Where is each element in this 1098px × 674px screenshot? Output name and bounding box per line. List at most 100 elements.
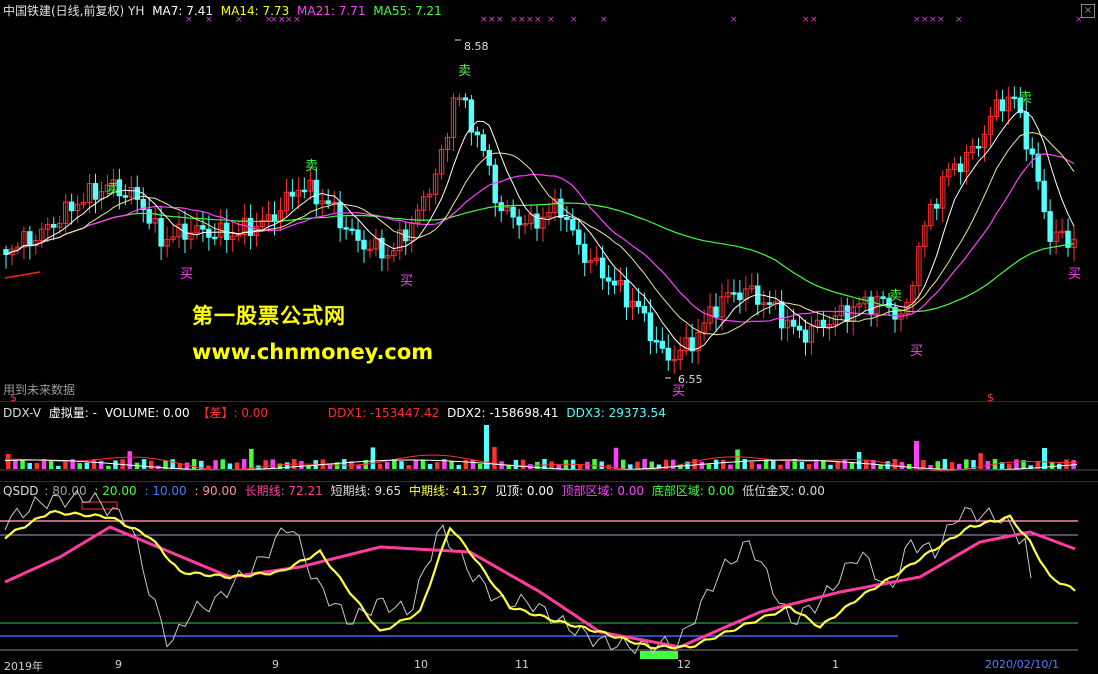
ma21-line: [5, 153, 1075, 323]
ddx-bar: [270, 459, 276, 469]
ddx-bar: [1007, 463, 1012, 469]
ddx-bar: [520, 459, 526, 469]
qsdd-panel[interactable]: QSDD : 80.00 : 20.00 : 10.00 : 90.00 长期线…: [0, 482, 1098, 671]
ddx-bar: [435, 462, 440, 469]
ddx-bar: [149, 460, 154, 469]
candle-body: [975, 146, 982, 149]
ddx-bar: [449, 461, 454, 469]
ddx-bar: [342, 459, 347, 469]
signal-cross-marker: ×: [802, 15, 810, 25]
ddx-bar: [806, 464, 812, 469]
ddx-bar: [914, 441, 919, 469]
ddx-bar: [427, 463, 433, 469]
ddx-bar: [141, 459, 147, 469]
ddx-bar: [470, 459, 476, 469]
ddx-bar: [785, 461, 790, 469]
ddx-bar: [771, 459, 776, 469]
ddx-bar: [170, 459, 175, 469]
candle-body: [92, 183, 99, 200]
candle-body: [68, 201, 75, 212]
price-chart: × × × × × × × × × × × × × × × × × × × × × × × ×× × ×: [3, 15, 1083, 379]
qsdd-chart: [0, 489, 1078, 659]
candle-body: [355, 229, 361, 241]
ddx-bar: [706, 464, 712, 469]
candle-body: [271, 214, 278, 223]
candle-body: [474, 131, 481, 136]
candle-body: [820, 319, 827, 328]
trend-line: [4, 271, 41, 279]
ddx-bar: [628, 464, 633, 469]
ddx-bar: [549, 461, 554, 469]
candle-body: [599, 257, 606, 279]
ddx-bar: [1064, 459, 1069, 469]
ddx-bar: [956, 463, 962, 469]
ddx-bar: [1049, 462, 1055, 469]
candle-body: [934, 203, 940, 209]
ddx-bar: [749, 461, 755, 469]
candle-body: [570, 219, 576, 231]
candle-body: [349, 228, 355, 232]
sell-signal: 卖: [458, 64, 472, 79]
candle-body: [158, 217, 164, 247]
date-label: 10: [414, 658, 428, 671]
ddx-bar: [6, 454, 11, 469]
ddx-bar: [48, 460, 54, 469]
watermark-title: 第一股票公式网: [192, 304, 346, 328]
ddx-bar: [227, 463, 233, 469]
ddx-panel[interactable]: DDX-V 虚拟量: - VOLUME: 0.00 【差】: 0.00 DDX1…: [0, 403, 1098, 481]
ddx-bar: [84, 462, 90, 469]
candle-body: [146, 209, 152, 224]
sell-signal: 卖: [889, 289, 903, 304]
ddx-bar: [856, 452, 862, 469]
signal-cross-marker: ×: [929, 15, 937, 25]
candle-body: [212, 236, 218, 240]
mid-line: [4, 509, 1076, 650]
buy-signal: 买: [400, 274, 414, 289]
ddx-bar: [949, 462, 955, 469]
signal-cross-marker: ×: [730, 15, 738, 25]
ddx-bar: [592, 459, 597, 469]
ddx-bar: [778, 464, 783, 469]
ddx-bar: [406, 465, 411, 469]
ddx-bar: [599, 461, 604, 469]
ddx-bar: [63, 460, 68, 469]
ddx-bar: [113, 460, 118, 469]
short-line: [4, 489, 1032, 655]
ddx-bar: [699, 461, 705, 469]
ddx-bar: [241, 459, 247, 469]
candle-body: [647, 312, 654, 342]
candle-body: [802, 329, 809, 343]
candle-body: [480, 134, 487, 152]
candle-body: [51, 223, 57, 228]
signal-cross-marker: ×: [293, 15, 301, 25]
panel-divider: [0, 401, 1098, 402]
candle-body: [1029, 148, 1035, 155]
ddx-bar: [77, 463, 82, 469]
ddx-bar: [756, 464, 762, 469]
signal-cross-marker: ×: [600, 15, 608, 25]
sell-signal: 卖: [305, 159, 319, 174]
candle-body: [605, 277, 612, 282]
ddx-bar: [220, 459, 225, 469]
buy-signal: 买: [910, 344, 924, 359]
ddx-bar: [670, 459, 676, 469]
date-label: 9: [115, 658, 122, 671]
candle-body: [623, 280, 630, 308]
ddx-bar: [213, 460, 218, 469]
ddx-bar: [127, 451, 133, 469]
sell-signal: 卖: [1019, 91, 1033, 106]
ma55-line: [5, 202, 1075, 313]
ddx-bar: [964, 459, 969, 469]
ddx-bar: [513, 459, 519, 469]
price-panel[interactable]: 中国铁建(日线,前复权) YH MA7: 7.41 MA14: 7.73 MA2…: [0, 0, 1098, 404]
ddx-bar: [728, 464, 733, 469]
date-label: 12: [677, 658, 691, 671]
ddx-bar: [613, 447, 619, 469]
top-zone-marker: [81, 501, 118, 510]
signal-cross-marker: ×: [534, 15, 542, 25]
candle-body: [957, 163, 964, 173]
high-price-label: 8.58: [464, 40, 489, 53]
ddx-bar: [1014, 459, 1019, 469]
ddx-bar: [370, 447, 376, 469]
ddx-bar: [91, 459, 97, 469]
